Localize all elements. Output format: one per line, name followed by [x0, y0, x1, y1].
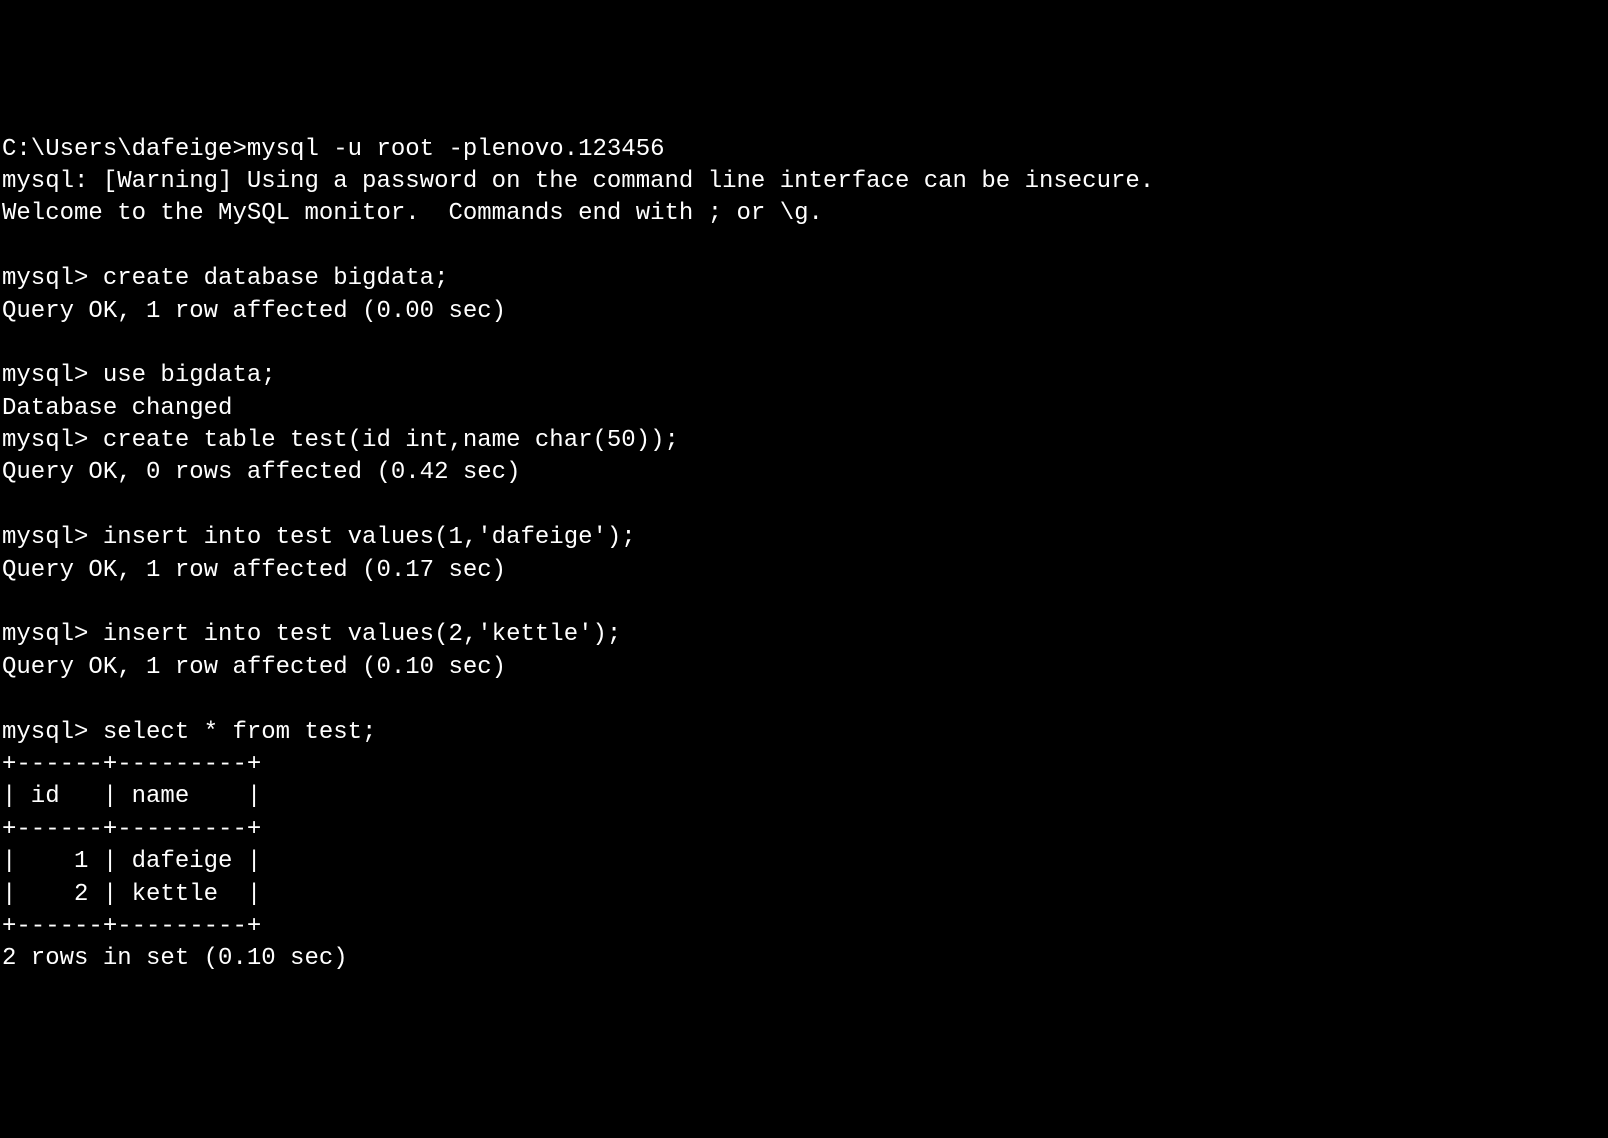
terminal-line: mysql> create table test(id int,name cha… — [2, 425, 1606, 457]
terminal-line: Query OK, 0 rows affected (0.42 sec) — [2, 457, 1606, 489]
terminal-line — [2, 231, 1606, 263]
terminal-line: mysql> use bigdata; — [2, 360, 1606, 392]
terminal-line: Welcome to the MySQL monitor. Commands e… — [2, 198, 1606, 230]
terminal-line: mysql> create database bigdata; — [2, 263, 1606, 295]
terminal-line: mysql> select * from test; — [2, 717, 1606, 749]
terminal-line: mysql: [Warning] Using a password on the… — [2, 166, 1606, 198]
terminal-line: mysql> insert into test values(2,'kettle… — [2, 619, 1606, 651]
terminal-line: Query OK, 1 row affected (0.00 sec) — [2, 296, 1606, 328]
terminal-line: +------+---------+ — [2, 911, 1606, 943]
terminal-line: mysql> insert into test values(1,'dafeig… — [2, 522, 1606, 554]
terminal-line: | 1 | dafeige | — [2, 846, 1606, 878]
terminal-line — [2, 490, 1606, 522]
terminal-line: Query OK, 1 row affected (0.17 sec) — [2, 555, 1606, 587]
terminal-line: Query OK, 1 row affected (0.10 sec) — [2, 652, 1606, 684]
terminal-line: +------+---------+ — [2, 749, 1606, 781]
terminal-line: | id | name | — [2, 781, 1606, 813]
terminal-line: 2 rows in set (0.10 sec) — [2, 943, 1606, 975]
terminal-line — [2, 328, 1606, 360]
terminal-line: +------+---------+ — [2, 814, 1606, 846]
terminal-line: Database changed — [2, 393, 1606, 425]
terminal-line: C:\Users\dafeige>mysql -u root -plenovo.… — [2, 134, 1606, 166]
terminal-output[interactable]: C:\Users\dafeige>mysql -u root -plenovo.… — [2, 134, 1606, 976]
terminal-line — [2, 684, 1606, 716]
terminal-line — [2, 587, 1606, 619]
terminal-line: | 2 | kettle | — [2, 879, 1606, 911]
